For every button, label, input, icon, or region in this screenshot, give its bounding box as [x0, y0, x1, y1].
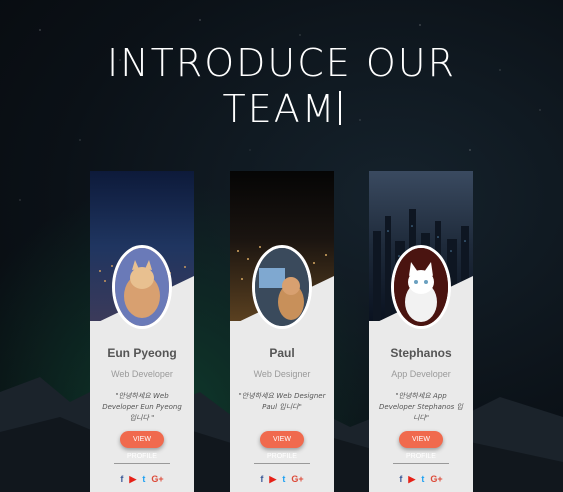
- title-line-2: TEAM: [222, 86, 341, 132]
- youtube-icon[interactable]: ▶: [269, 474, 276, 485]
- google-plus-icon[interactable]: G+: [291, 474, 303, 484]
- team-card-paul: Paul Web Designer "안녕하세요 Web Designer Pa…: [230, 171, 334, 492]
- member-description: "안녕하세요 Web Designer Paul 입니다": [238, 392, 326, 411]
- member-name: Stephanos: [390, 346, 452, 360]
- avatar-photo: [252, 245, 312, 329]
- view-profile-button[interactable]: VIEW PROFILE: [120, 431, 164, 460]
- member-role: Web Developer: [111, 369, 173, 379]
- twitter-icon[interactable]: t: [142, 474, 145, 484]
- twitter-icon[interactable]: t: [282, 474, 285, 484]
- divider: [114, 463, 170, 464]
- cat-icon: [394, 248, 448, 326]
- facebook-icon[interactable]: f: [120, 474, 123, 484]
- team-card-eun-pyeong: Eun Pyeong Web Developer "안녕하세요 Web Deve…: [90, 171, 194, 492]
- avatar: [252, 245, 312, 329]
- typing-cursor: [338, 91, 341, 125]
- youtube-icon[interactable]: ▶: [129, 474, 136, 485]
- member-name: Eun Pyeong: [107, 346, 177, 360]
- facebook-icon[interactable]: f: [260, 474, 263, 484]
- member-description: "안녕하세요 App Developer Stephanos 입니다": [379, 392, 463, 422]
- view-profile-button[interactable]: VIEW PROFILE: [399, 431, 443, 460]
- avatar-photo: [391, 245, 451, 329]
- title-line-2-text: TEAM: [222, 87, 337, 131]
- cat-icon: [255, 248, 309, 326]
- google-plus-icon[interactable]: G+: [151, 474, 163, 484]
- member-name: Paul: [269, 346, 295, 360]
- divider: [254, 463, 310, 464]
- twitter-icon[interactable]: t: [421, 474, 424, 484]
- facebook-icon[interactable]: f: [399, 474, 402, 484]
- member-role: Web Designer: [253, 369, 311, 379]
- view-profile-button[interactable]: VIEW PROFILE: [260, 431, 304, 460]
- avatar: [391, 245, 451, 329]
- member-role: App Developer: [391, 369, 451, 379]
- social-links: f ▶ t G+: [90, 474, 194, 485]
- social-links: f ▶ t G+: [369, 474, 473, 485]
- avatar: [112, 245, 172, 329]
- cat-icon: [115, 248, 169, 326]
- social-links: f ▶ t G+: [230, 474, 334, 485]
- google-plus-icon[interactable]: G+: [430, 474, 442, 484]
- title-line-1: INTRODUCE OUR: [107, 41, 456, 85]
- divider: [393, 463, 449, 464]
- team-card-stephanos: Stephanos App Developer "안녕하세요 App Devel…: [369, 171, 473, 492]
- avatar-photo: [112, 245, 172, 329]
- page-title: INTRODUCE OUR TEAM: [0, 40, 563, 132]
- youtube-icon[interactable]: ▶: [408, 474, 415, 485]
- member-description: "안녕하세요 Web Developer Eun Pyeong 입니다 ": [102, 392, 182, 422]
